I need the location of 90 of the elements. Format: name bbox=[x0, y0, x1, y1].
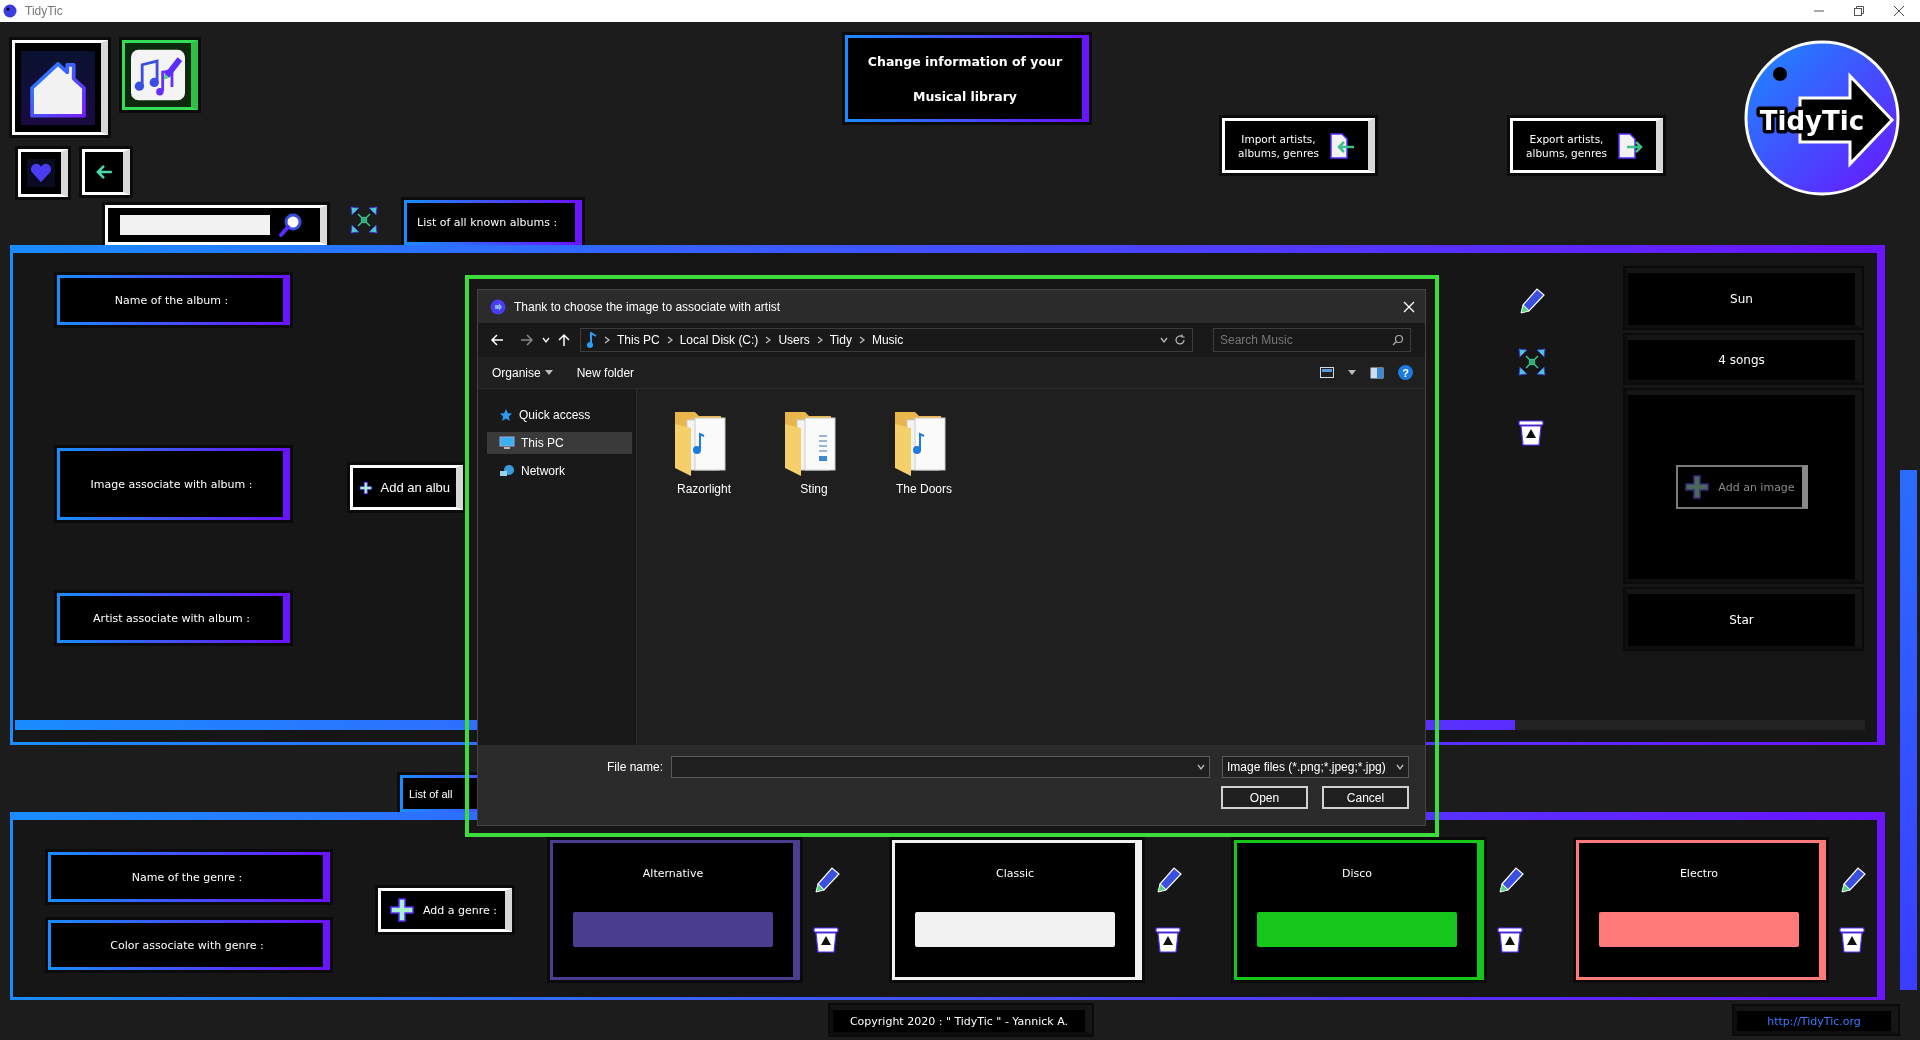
search-icon[interactable] bbox=[278, 212, 304, 238]
genre-card[interactable]: Disco bbox=[1234, 840, 1484, 980]
star-icon bbox=[499, 408, 513, 422]
breadcrumb-item[interactable]: Users bbox=[778, 333, 810, 347]
favorites-button[interactable] bbox=[18, 149, 68, 197]
import-button[interactable]: Import artists, albums, genres bbox=[1222, 118, 1375, 173]
chevron-icon bbox=[764, 336, 773, 344]
add-genre-button[interactable]: Add a genre : bbox=[378, 888, 512, 932]
genre-name: Electro bbox=[1679, 867, 1719, 880]
file-type-select[interactable]: Image files (*.png;*.jpeg;*.jpg) bbox=[1222, 756, 1409, 778]
view-icon[interactable] bbox=[1320, 367, 1334, 378]
dialog-title: Thank to choose the image to associate with artist bbox=[514, 299, 781, 314]
export-button[interactable]: Export artists, albums, genres bbox=[1510, 118, 1663, 173]
copyright-text: Copyright 2020 : " TidyTic " - Yannick A. bbox=[830, 1005, 1092, 1035]
file-name-field[interactable] bbox=[671, 756, 1210, 778]
music-note-icon bbox=[587, 332, 597, 348]
genre-name: Classic bbox=[995, 867, 1034, 880]
field-label: Name of the album : bbox=[57, 275, 290, 325]
address-bar[interactable]: This PC Local Disk (C:) Users Tidy Music bbox=[580, 328, 1193, 352]
add-image-button: Add an image bbox=[1675, 465, 1808, 509]
dropdown-icon bbox=[1396, 763, 1404, 771]
folder-name[interactable]: Razorlight bbox=[677, 482, 731, 496]
add-album-button[interactable]: Add an albu bbox=[350, 465, 463, 510]
help-button[interactable]: ? bbox=[1398, 365, 1413, 380]
new-folder-button[interactable]: New folder bbox=[576, 365, 635, 380]
nav-item[interactable]: Network bbox=[487, 460, 632, 482]
search-field[interactable]: Search Music bbox=[1213, 328, 1411, 352]
expand-icon[interactable] bbox=[1517, 347, 1547, 377]
trash-icon[interactable] bbox=[1154, 924, 1182, 954]
breadcrumb-item[interactable]: This PC bbox=[617, 333, 660, 347]
genre-name: Disco bbox=[1341, 867, 1372, 880]
app-icon bbox=[3, 4, 17, 18]
field-label: Artist associate with album : bbox=[57, 593, 290, 643]
breadcrumb-item[interactable]: Music bbox=[871, 333, 904, 347]
up-icon[interactable] bbox=[558, 333, 570, 347]
genre-card[interactable]: Electro bbox=[1576, 840, 1826, 980]
genre-name: Alternative bbox=[642, 867, 704, 880]
breadcrumb-item[interactable]: Local Disk (C:) bbox=[679, 333, 759, 347]
search-icon bbox=[1392, 334, 1404, 346]
folder-name[interactable]: The Doors bbox=[896, 482, 952, 496]
expand-icon[interactable] bbox=[349, 205, 379, 235]
trash-icon[interactable] bbox=[812, 924, 840, 954]
field-label: Color associate with genre : bbox=[48, 920, 330, 970]
field-label: Image associate with album : bbox=[57, 448, 290, 520]
restore-icon[interactable] bbox=[1854, 6, 1864, 16]
caret-icon bbox=[544, 370, 553, 375]
dropdown-icon bbox=[1160, 336, 1168, 344]
trash-icon[interactable] bbox=[1517, 417, 1545, 447]
close-icon[interactable] bbox=[1894, 6, 1904, 16]
network-icon bbox=[499, 464, 515, 478]
preview-pane-icon[interactable] bbox=[1370, 366, 1384, 379]
app-icon bbox=[490, 298, 506, 315]
caret-icon bbox=[1348, 370, 1356, 375]
nav-item[interactable]: This PC bbox=[487, 432, 632, 454]
window-title: TidyTic bbox=[25, 4, 63, 18]
file-name-label: File name: bbox=[606, 760, 663, 774]
chevron-icon bbox=[665, 336, 674, 344]
refresh-icon[interactable] bbox=[1174, 334, 1186, 346]
chevron-icon bbox=[815, 336, 824, 344]
chevron-icon bbox=[603, 336, 611, 344]
album-name-field: Sun bbox=[1625, 268, 1862, 328]
website-link[interactable]: http://TidyTic.org bbox=[1734, 1006, 1898, 1034]
open-button[interactable]: Open bbox=[1221, 786, 1308, 809]
chevron-icon bbox=[857, 336, 866, 344]
dropdown-icon bbox=[1197, 763, 1205, 771]
music-note-icon bbox=[131, 48, 185, 102]
folder-name[interactable]: Sting bbox=[800, 482, 828, 496]
music-edit-button[interactable] bbox=[122, 40, 198, 110]
organise-menu[interactable]: Organise bbox=[492, 365, 553, 380]
breadcrumb-item[interactable]: Tidy bbox=[829, 333, 852, 347]
home-button[interactable] bbox=[12, 40, 108, 135]
monitor-icon bbox=[499, 436, 515, 450]
trash-icon[interactable] bbox=[1496, 924, 1524, 954]
artist-field: Star bbox=[1625, 589, 1862, 649]
field-label: Name of the genre : bbox=[48, 852, 330, 902]
trash-icon[interactable] bbox=[1838, 924, 1866, 954]
cancel-button[interactable]: Cancel bbox=[1322, 786, 1409, 809]
back-button[interactable] bbox=[82, 149, 130, 195]
back-icon[interactable] bbox=[490, 333, 504, 347]
albums-tab[interactable]: List of all known albums : bbox=[404, 200, 582, 245]
genre-card[interactable]: Alternative bbox=[550, 840, 800, 980]
dropdown-icon bbox=[542, 336, 550, 344]
header-text: Change information of your bbox=[867, 53, 1063, 69]
nav-item[interactable]: Quick access bbox=[487, 404, 632, 426]
genre-card[interactable]: Classic bbox=[892, 840, 1142, 980]
plus-icon bbox=[389, 897, 415, 923]
header-text: Musical library bbox=[913, 88, 1017, 104]
plus-icon bbox=[1684, 474, 1711, 500]
forward-icon[interactable] bbox=[520, 333, 534, 347]
song-count-field: 4 songs bbox=[1625, 335, 1862, 383]
